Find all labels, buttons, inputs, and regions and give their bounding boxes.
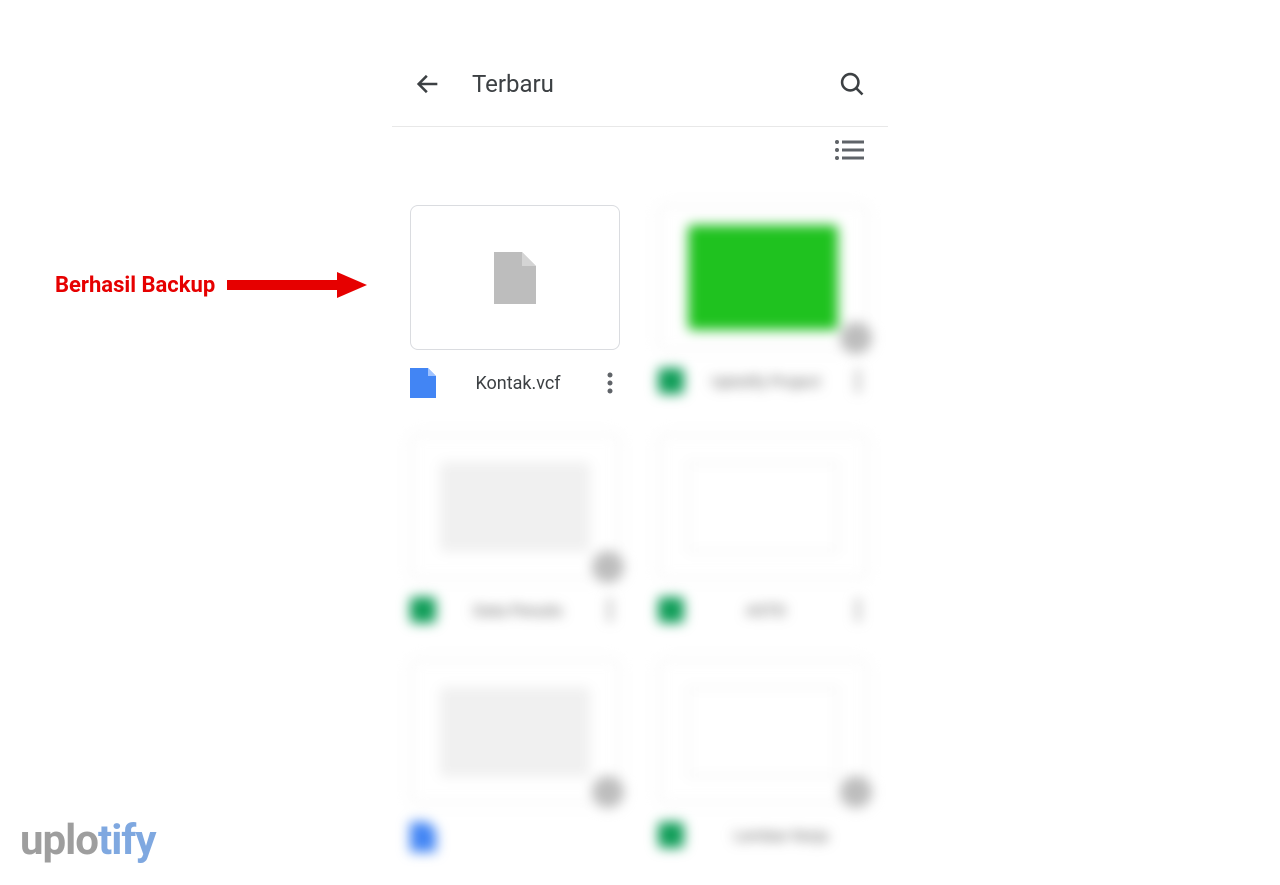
app-header: Terbaru (392, 42, 888, 127)
file-card-blurred[interactable]: Data Penulis (410, 434, 620, 623)
file-thumbnail (658, 205, 868, 350)
more-vert-icon (607, 599, 613, 621)
file-more-button[interactable] (600, 372, 620, 394)
watermark-part1: uplo (20, 816, 98, 865)
file-more-button[interactable] (600, 599, 620, 621)
file-more-button[interactable] (848, 599, 868, 621)
watermark-logo: uplotify (20, 816, 156, 865)
sheets-icon (658, 822, 684, 848)
more-vert-icon (855, 599, 861, 621)
list-icon (834, 139, 864, 161)
file-grid: Kontak.vcf Uplotify Project (392, 177, 888, 880)
file-card-kontak[interactable]: Kontak.vcf (410, 205, 620, 398)
search-icon (838, 70, 866, 98)
file-name-label: Uplotify Project (694, 372, 838, 391)
file-card-blurred[interactable]: ASTD (658, 434, 868, 623)
more-vert-icon (855, 370, 861, 392)
annotation-callout: Berhasil Backup (55, 270, 367, 300)
file-thumbnail (410, 434, 620, 579)
search-button[interactable] (828, 60, 876, 108)
list-view-button[interactable] (834, 139, 864, 161)
page-title: Terbaru (472, 70, 828, 98)
file-more-button[interactable] (848, 370, 868, 392)
file-type-icon (410, 822, 436, 852)
arrow-left-icon (414, 70, 442, 98)
file-thumbnail (410, 659, 620, 804)
file-thumbnail (658, 659, 868, 804)
file-info-row: ASTD (658, 597, 868, 623)
more-vert-icon (607, 372, 613, 394)
file-info-row: Uplotify Project (658, 368, 868, 394)
sheets-icon (410, 597, 436, 623)
file-thumbnail (410, 205, 620, 350)
file-name-label: Kontak.vcf (446, 373, 590, 394)
arrow-right-icon (227, 270, 367, 300)
file-info-row: Kontak.vcf (410, 368, 620, 398)
file-info-row: Data Penulis (410, 597, 620, 623)
file-card-blurred[interactable] (410, 659, 620, 852)
generic-file-icon (494, 252, 536, 304)
file-card-blurred[interactable]: Lembar Kerja (658, 659, 868, 852)
file-name-label: Lembar Kerja (694, 826, 868, 845)
watermark-part2: tify (98, 816, 156, 865)
file-type-icon (410, 368, 436, 398)
file-info-row: Lembar Kerja (658, 822, 868, 848)
sheets-icon (658, 597, 684, 623)
file-info-row (410, 822, 620, 852)
back-button[interactable] (404, 60, 452, 108)
file-thumbnail (658, 434, 868, 579)
drive-recent-screen: Terbaru (392, 42, 888, 880)
file-name-label: Data Penulis (446, 601, 590, 620)
file-name-label: ASTD (694, 601, 838, 620)
view-toggle-bar (392, 127, 888, 177)
file-card-blurred[interactable]: Uplotify Project (658, 205, 868, 398)
annotation-text: Berhasil Backup (55, 273, 215, 298)
sheets-icon (658, 368, 684, 394)
